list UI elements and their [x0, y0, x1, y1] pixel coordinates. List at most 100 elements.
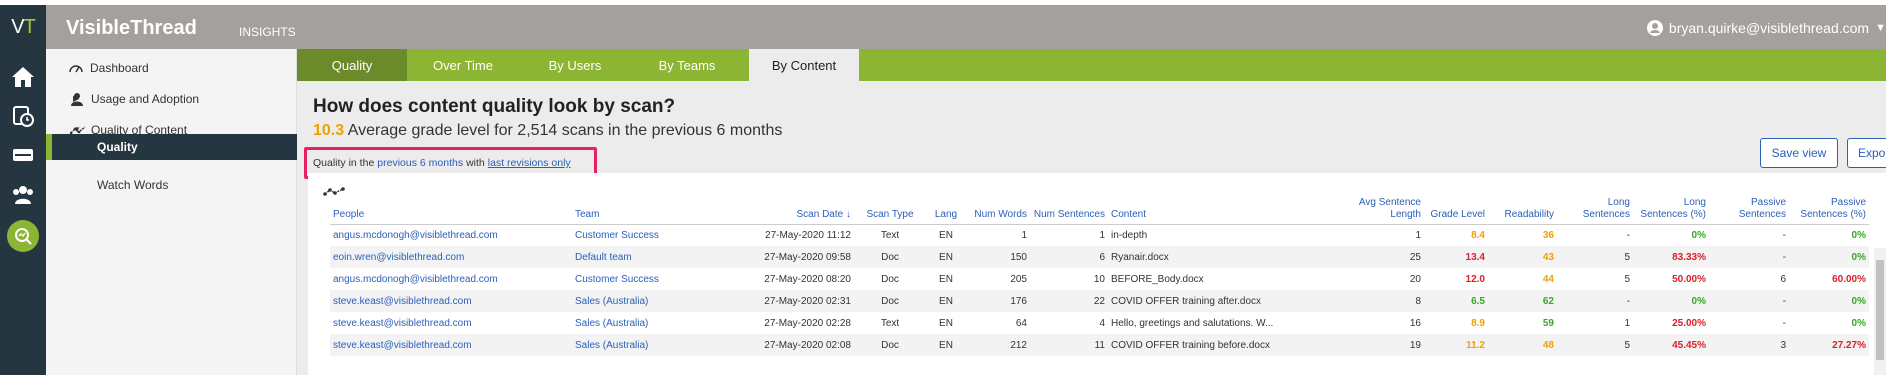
cell-passive: -	[1782, 229, 1786, 241]
cell-lang: EN	[939, 317, 953, 329]
cell-people[interactable]: angus.mcdonogh@visiblethread.com	[330, 224, 572, 246]
cell-people[interactable]: steve.keast@visiblethread.com	[330, 334, 572, 356]
insights-label: INSIGHTS	[239, 25, 296, 39]
cell-words: 176	[966, 290, 1030, 312]
sidebar-item-label: Quality	[97, 140, 138, 154]
user-menu[interactable]: bryan.quirke@visiblethread.com ▼	[1646, 20, 1886, 36]
cell-readability: 48	[1488, 334, 1557, 356]
cell-long: -	[1557, 290, 1633, 312]
cell-passive: -	[1782, 317, 1786, 329]
user-email: bryan.quirke@visiblethread.com	[1668, 20, 1870, 36]
col-grade-level[interactable]: Grade Level	[1424, 191, 1488, 225]
table-row[interactable]: steve.keast@visiblethread.com Sales (Aust…	[330, 290, 1869, 312]
cell-long-pct: 83.33%	[1633, 246, 1709, 268]
tab-over-time[interactable]: Over Time	[407, 49, 519, 81]
cell-long: 5	[1557, 246, 1633, 268]
cell-readability: 36	[1542, 229, 1554, 241]
cell-team[interactable]: Sales (Australia)	[572, 312, 722, 334]
cell-long-pct: 50.00%	[1672, 273, 1706, 285]
cell-type: Doc	[854, 290, 926, 312]
table-row[interactable]: eoin.wren@visiblethread.com Default team 2…	[330, 246, 1869, 268]
cell-content: COVID OFFER training after.docx	[1108, 290, 1342, 312]
cell-type: Text	[880, 229, 900, 241]
cell-readability: 44	[1542, 273, 1554, 285]
col-lang[interactable]: Lang	[926, 191, 966, 225]
average-grade-value: 10.3	[313, 122, 345, 139]
col-long-sentences[interactable]: Long Sentences	[1557, 191, 1633, 225]
save-view-button[interactable]: Save view	[1760, 138, 1838, 168]
filter-revisions-link[interactable]: last revisions only	[488, 157, 571, 169]
cell-grade: 12.0	[1465, 273, 1485, 285]
cell-passive: -	[1709, 246, 1789, 268]
cell-passive: -	[1709, 290, 1789, 312]
export-label: Export	[1858, 146, 1886, 160]
tab-quality[interactable]: Quality	[297, 49, 407, 81]
cell-team[interactable]: Sales (Australia)	[572, 334, 722, 356]
col-scan-date[interactable]: Scan Date ↓	[722, 191, 854, 225]
home-icon[interactable]	[7, 61, 39, 93]
tab-by-content[interactable]: By Content	[749, 49, 859, 81]
cell-sentences: 4	[1099, 317, 1105, 329]
brand-name[interactable]: VisibleThread	[66, 17, 197, 40]
scrollbar-thumb[interactable]	[1876, 260, 1884, 360]
cell-passive: 3	[1709, 334, 1789, 356]
scrollbar[interactable]	[1874, 248, 1886, 375]
col-readability[interactable]: Readability	[1488, 191, 1557, 225]
col-avg-sentence-length[interactable]: Avg Sentence Length	[1342, 191, 1424, 225]
cell-words: 150	[966, 246, 1030, 268]
cell-grade: 6.5	[1424, 290, 1488, 312]
cell-passive-pct: 0%	[1851, 229, 1866, 241]
cell-content: BEFORE_Body.docx	[1111, 273, 1204, 285]
col-num-words[interactable]: Num Words	[966, 191, 1030, 225]
table-row[interactable]: steve.keast@visiblethread.com Sales (Aust…	[330, 334, 1869, 356]
sidebar-item-quality[interactable]: Quality	[46, 134, 297, 160]
sort-arrow-down-icon: ↓	[846, 208, 851, 220]
cell-people[interactable]: steve.keast@visiblethread.com	[330, 290, 572, 312]
user-avatar-icon	[1646, 20, 1663, 36]
sidebar-item-label: Watch Words	[97, 177, 169, 192]
table-header-row: People Team Scan Date ↓ Scan Type Lang N…	[330, 191, 1869, 225]
cell-people[interactable]: angus.mcdonogh@visiblethread.com	[330, 268, 572, 290]
filter-prefix: Quality in the	[313, 157, 375, 169]
cell-long: 5	[1624, 273, 1630, 285]
cell-readability: 59	[1542, 317, 1554, 329]
sidebar-item-watch-words[interactable]: Watch Words	[46, 166, 297, 203]
cell-date: 27-May-2020 02:08	[722, 334, 854, 356]
col-passive-sentences-pct[interactable]: Passive Sentences (%)	[1789, 191, 1869, 225]
col-long-sentences-pct[interactable]: Long Sentences (%)	[1633, 191, 1709, 225]
col-passive-sentences[interactable]: Passive Sentences	[1709, 191, 1789, 225]
cell-date: 27-May-2020 08:20	[764, 273, 851, 285]
col-num-sentences[interactable]: Num Sentences	[1030, 191, 1108, 225]
page-title: How does content quality look by scan?	[313, 96, 676, 117]
cell-people[interactable]: eoin.wren@visiblethread.com	[330, 246, 572, 268]
search-insights-icon[interactable]	[7, 220, 39, 252]
app-logo[interactable]: VT	[0, 5, 46, 49]
cell-team[interactable]: Customer Success	[572, 224, 722, 246]
col-people[interactable]: People	[330, 191, 572, 225]
history-icon[interactable]	[7, 100, 39, 132]
table-row[interactable]: angus.mcdonogh@visiblethread.com Customer…	[330, 268, 1869, 290]
cell-type: Text	[880, 317, 900, 329]
cell-people[interactable]: steve.keast@visiblethread.com	[330, 312, 572, 334]
team-icon[interactable]	[7, 178, 39, 210]
tab-by-teams[interactable]: By Teams	[631, 49, 743, 81]
cell-team[interactable]: Sales (Australia)	[572, 290, 722, 312]
table-body: angus.mcdonogh@visiblethread.com Customer…	[330, 224, 1869, 356]
export-button[interactable]: Export ▼	[1847, 138, 1886, 168]
col-team[interactable]: Team	[572, 191, 722, 225]
filter-period-link[interactable]: previous 6 months	[377, 157, 463, 169]
tab-by-users[interactable]: By Users	[519, 49, 631, 81]
cell-words: 64	[1015, 317, 1027, 329]
cell-team[interactable]: Customer Success	[572, 268, 722, 290]
cell-avg: 1	[1415, 229, 1421, 241]
document-icon[interactable]	[7, 139, 39, 171]
table-row[interactable]: steve.keast@visiblethread.com Sales (Aust…	[330, 312, 1869, 334]
cell-grade: 13.4	[1424, 246, 1488, 268]
cell-avg: 20	[1409, 273, 1421, 285]
col-scan-type[interactable]: Scan Type	[854, 191, 926, 225]
cell-words: 212	[966, 334, 1030, 356]
table-row[interactable]: angus.mcdonogh@visiblethread.com Customer…	[330, 224, 1869, 246]
col-content[interactable]: Content	[1108, 191, 1342, 225]
cell-team[interactable]: Default team	[572, 246, 722, 268]
cell-sentences: 10	[1093, 273, 1105, 285]
